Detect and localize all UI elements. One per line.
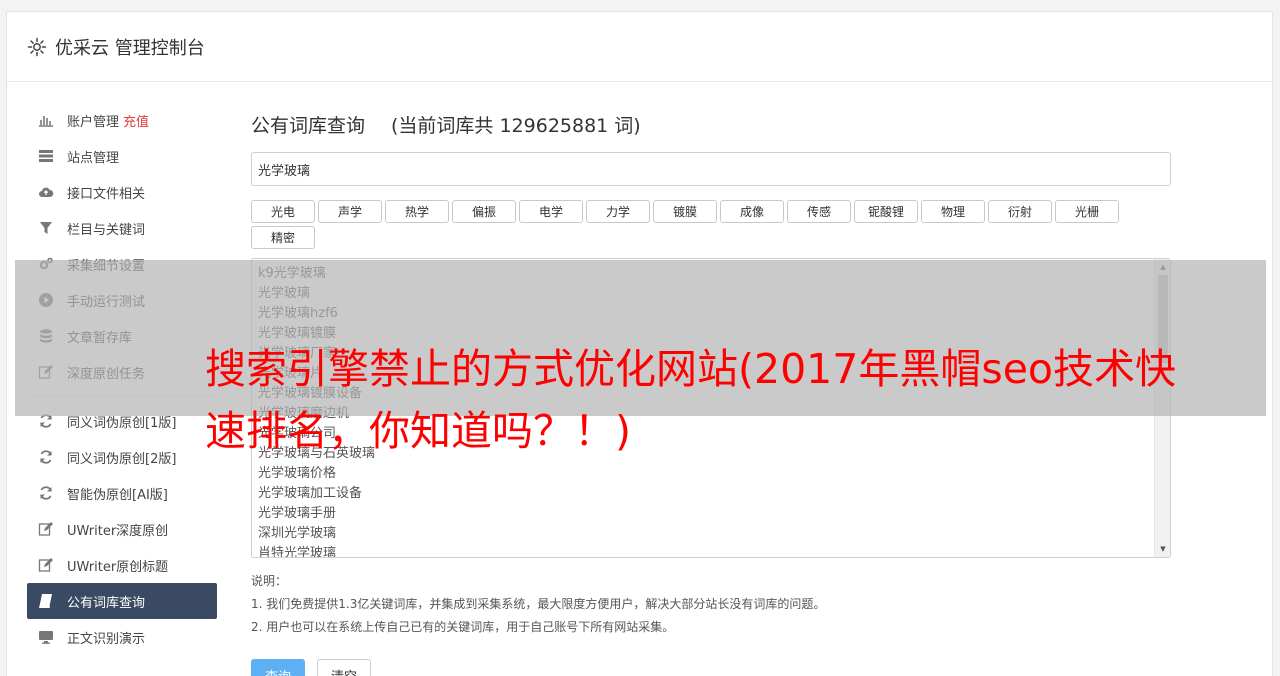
- tag-button[interactable]: 力学: [586, 200, 650, 223]
- tag-button[interactable]: 镀膜: [653, 200, 717, 223]
- tag-button[interactable]: 电学: [519, 200, 583, 223]
- tag-button[interactable]: 光栅: [1055, 200, 1119, 223]
- sidebar-item-label: UWriter原创标题: [67, 559, 169, 575]
- filter-icon: [37, 220, 55, 236]
- book-icon: [37, 593, 55, 609]
- keyword-search-input[interactable]: [251, 152, 1171, 186]
- tag-button[interactable]: 成像: [720, 200, 784, 223]
- page-title: 公有词库查询 (当前词库共 129625881 词): [251, 104, 1171, 144]
- notes: 说明： 1. 我们免费提供1.3亿关键词库，并集成到采集系统，最大限度方便用户，…: [251, 570, 1171, 639]
- sidebar-item-items2-2[interactable]: 智能伪原创[AI版]: [27, 475, 217, 511]
- tag-button[interactable]: 声学: [318, 200, 382, 223]
- recharge-link[interactable]: 充值: [123, 111, 149, 130]
- notes-title: 说明：: [251, 574, 288, 588]
- bar-chart-icon: [37, 112, 55, 128]
- sidebar-item-label: UWriter深度原创: [67, 523, 169, 539]
- sidebar-item-items2-4[interactable]: UWriter原创标题: [27, 547, 217, 583]
- sidebar-item-label: 智能伪原创[AI版]: [67, 487, 168, 503]
- list-item: 光学玻璃加工设备: [258, 486, 363, 501]
- note-line-1: 1. 我们免费提供1.3亿关键词库，并集成到采集系统，最大限度方便用户，解决大部…: [251, 597, 826, 611]
- sidebar-item-label: 接口文件相关: [67, 186, 146, 202]
- sidebar-item-label: 站点管理: [67, 150, 120, 166]
- list-item: 肖特光学玻璃: [258, 546, 337, 558]
- tag-button[interactable]: 光电: [251, 200, 315, 223]
- tag-list: 光电 声学 热学 偏振 电学 力学 镀膜 成像 传感 铌酸锂 物理 衍射 光栅精密: [251, 200, 1171, 249]
- edit-icon: [37, 557, 55, 573]
- sidebar-item-label: 公有词库查询: [67, 595, 146, 611]
- tag-button[interactable]: 传感: [787, 200, 851, 223]
- wordbank-count: (当前词库共 129625881 词): [391, 114, 641, 137]
- refresh-icon: [37, 449, 55, 465]
- page-title-text: 公有词库查询: [251, 114, 366, 137]
- query-button[interactable]: 查询: [251, 659, 305, 676]
- clear-button[interactable]: 清空: [317, 659, 371, 676]
- console-title: 优采云 管理控制台: [55, 37, 205, 59]
- tag-button[interactable]: 精密: [251, 226, 315, 249]
- tag-button[interactable]: 铌酸锂: [854, 200, 918, 223]
- sidebar-item-items2-1[interactable]: 同义词伪原创[2版]: [27, 439, 217, 475]
- edit-icon: [37, 521, 55, 537]
- list-item: 深圳光学玻璃: [258, 526, 337, 541]
- action-bar: 查询 清空: [251, 659, 1171, 676]
- server-icon: [37, 148, 55, 164]
- tag-button[interactable]: 物理: [921, 200, 985, 223]
- sidebar-item-items-3[interactable]: 栏目与关键词: [27, 210, 217, 246]
- gear-icon: [27, 37, 47, 57]
- sidebar-item-label: 正文识别演示: [67, 631, 146, 647]
- sidebar-item-label: 账户管理: [67, 114, 120, 130]
- headline-text: 搜索引擎禁止的方式优化网站(2017年黑帽seo技术快速排名，你知道吗？！): [205, 345, 1177, 455]
- tag-button[interactable]: 偏振: [452, 200, 516, 223]
- sidebar-item-items2-5[interactable]: 公有词库查询: [27, 583, 217, 619]
- sidebar-item-items-2[interactable]: 接口文件相关: [27, 174, 217, 210]
- tag-button[interactable]: 热学: [385, 200, 449, 223]
- scroll-down-icon[interactable]: ▼: [1155, 542, 1170, 556]
- sidebar-item-label: 同义词伪原创[2版]: [67, 451, 177, 467]
- cloud-upload-icon: [37, 184, 55, 200]
- tag-button[interactable]: 衍射: [988, 200, 1052, 223]
- refresh-icon: [37, 485, 55, 501]
- header: 优采云 管理控制台: [7, 12, 1272, 82]
- sidebar-item-label: 栏目与关键词: [67, 222, 146, 238]
- desktop-icon: [37, 629, 55, 645]
- sidebar-item-items2-6[interactable]: 正文识别演示: [27, 619, 217, 655]
- sidebar-item-items-1[interactable]: 站点管理: [27, 138, 217, 174]
- list-item: 光学玻璃手册: [258, 506, 337, 521]
- note-line-2: 2. 用户也可以在系统上传自己已有的关键词库，用于自己账号下所有网站采集。: [251, 620, 675, 634]
- list-item: 光学玻璃价格: [258, 466, 337, 481]
- sidebar-item-items-0[interactable]: 账户管理 充值: [27, 102, 217, 138]
- sidebar-item-items2-3[interactable]: UWriter深度原创: [27, 511, 217, 547]
